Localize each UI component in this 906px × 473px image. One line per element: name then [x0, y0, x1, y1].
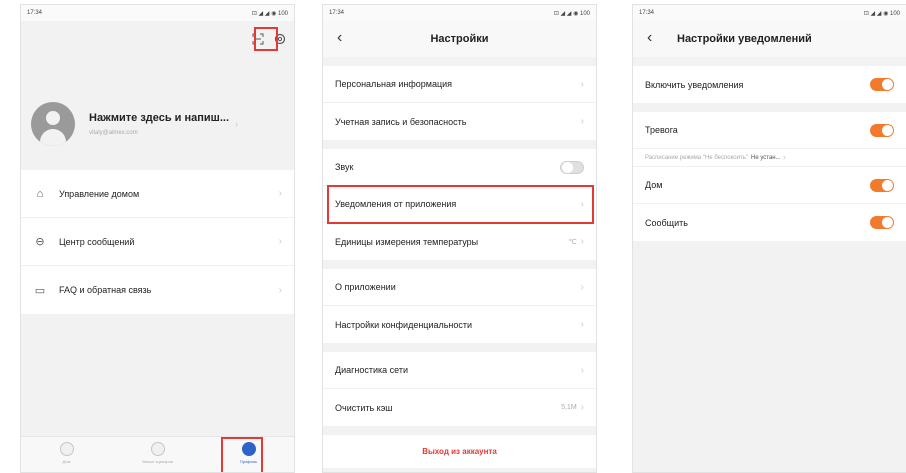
nav-bar: ‹ Настройки	[323, 21, 596, 57]
tab-label: Умные сценарии	[141, 459, 174, 464]
status-bar: 17:34 ⊡ ◢ ◢ ◉ 100	[323, 5, 596, 21]
chevron-right-icon: ›	[580, 116, 584, 127]
sound-toggle[interactable]	[560, 160, 584, 174]
tab-label: Дом	[62, 459, 71, 464]
menu-item-messages[interactable]: ⊖ Центр сообщений ›	[21, 218, 294, 266]
settings-group-account: Персональная информация › Учетная запись…	[323, 66, 596, 140]
temperature-unit-value: ℃	[568, 238, 577, 246]
faq-icon: ▭	[34, 284, 46, 297]
avatar	[31, 102, 75, 146]
cache-size-value: 5,1M	[561, 404, 577, 411]
menu-item-label: Центр сообщений	[59, 236, 135, 247]
home-icon: ⌂	[36, 187, 44, 200]
tab-scenes[interactable]: Умные сценарии	[112, 437, 203, 472]
chevron-right-icon: ›	[580, 364, 584, 376]
settings-item-account-security[interactable]: Учетная запись и безопасность ›	[323, 103, 596, 140]
menu-item-faq[interactable]: ▭ FAQ и обратная связь ›	[21, 266, 294, 314]
page-title: Настройки уведомлений	[677, 33, 812, 45]
status-bar: 17:34 ⊡ ◢ ◢ ◉ 100	[21, 5, 294, 21]
nav-bar: ‹ Настройки уведомлений	[633, 21, 906, 57]
profile-name: Нажмите здесь и напиш...	[89, 112, 230, 124]
notify-item-label: Дом	[645, 180, 663, 190]
alarm-toggle[interactable]	[870, 123, 894, 137]
settings-item-label: Учетная запись и безопасность	[335, 116, 467, 127]
status-icons: ⊡ ◢ ◢ ◉ 100	[863, 10, 900, 17]
settings-item-label: Единицы измерения температуры	[335, 236, 479, 247]
menu-item-home-management[interactable]: ⌂ Управление домом ›	[21, 170, 294, 218]
settings-item-label: Очистить кэш	[335, 402, 393, 413]
chevron-right-icon: ›	[782, 152, 786, 163]
dnd-label: Расписание режима "Не беспокоить"	[645, 154, 748, 161]
menu-item-label: FAQ и обратная связь	[59, 285, 152, 295]
settings-group-maintenance: Диагностика сети › Очистить кэш 5,1M ›	[323, 352, 596, 426]
notifications-highlight	[327, 185, 594, 224]
status-time: 17:34	[329, 10, 345, 16]
page-title: Настройки	[430, 33, 489, 45]
logout-button[interactable]: Выход из аккаунта	[323, 435, 596, 468]
back-icon[interactable]: ‹	[337, 29, 342, 47]
chevron-right-icon: ›	[580, 319, 584, 330]
settings-item-label: О приложении	[335, 282, 396, 292]
status-icons: ⊡ ◢ ◢ ◉ 100	[251, 10, 288, 17]
notify-item-label: Тревога	[645, 125, 678, 135]
notify-item-dnd-schedule[interactable]: Расписание режима "Не беспокоить" Не уст…	[633, 149, 906, 167]
settings-highlight	[254, 27, 278, 51]
settings-item-clear-cache[interactable]: Очистить кэш 5,1M ›	[323, 389, 596, 426]
chevron-right-icon: ›	[278, 236, 282, 247]
settings-item-privacy[interactable]: Настройки конфиденциальности ›	[323, 306, 596, 343]
status-icons: ⊡ ◢ ◢ ◉ 100	[553, 10, 590, 17]
menu-item-label: Управление домом	[59, 188, 140, 199]
settings-screen: 17:34 ⊡ ◢ ◢ ◉ 100 ‹ Настройки Персональн…	[322, 4, 597, 473]
home-toggle[interactable]	[870, 178, 894, 192]
profile-tab-highlight	[221, 437, 263, 472]
profile-menu: ⌂ Управление домом › ⊖ Центр сообщений ›…	[21, 170, 294, 314]
scenes-tab-icon	[150, 442, 165, 456]
message-icon: ⊖	[35, 236, 45, 248]
notify-item-label: Включить уведомления	[645, 79, 744, 90]
notify-item-label: Сообщить	[645, 217, 688, 228]
settings-item-label: Персональная информация	[335, 79, 453, 89]
enable-notifications-toggle[interactable]	[870, 78, 894, 91]
notify-group-types: Тревога Расписание режима "Не беспокоить…	[633, 112, 906, 241]
settings-item-network-diagnostics[interactable]: Диагностика сети ›	[323, 352, 596, 389]
chevron-right-icon: ›	[580, 236, 584, 247]
status-bar: 17:34 ⊡ ◢ ◢ ◉ 100	[633, 5, 906, 21]
logout-group: Выход из аккаунта	[323, 435, 596, 468]
settings-item-temperature-units[interactable]: Единицы измерения температуры ℃ ›	[323, 223, 596, 260]
notify-group-main: Включить уведомления	[633, 66, 906, 103]
settings-item-personal-info[interactable]: Персональная информация ›	[323, 66, 596, 103]
profile-email: vitaly@almex.com	[89, 130, 138, 136]
home-tab-icon	[59, 442, 74, 456]
notify-item-enable: Включить уведомления	[633, 66, 906, 103]
back-icon[interactable]: ‹	[647, 29, 652, 47]
chevron-right-icon: ›	[580, 78, 584, 90]
notify-item-home: Дом	[633, 167, 906, 204]
profile-screen: 17:34 ⊡ ◢ ◢ ◉ 100 Нажмите здесь и напиш.…	[20, 4, 295, 473]
settings-item-label: Диагностика сети	[335, 365, 409, 375]
status-time: 17:34	[639, 10, 655, 16]
notify-item-alarm: Тревога	[633, 112, 906, 149]
settings-item-label: Звук	[335, 162, 354, 172]
chevron-right-icon: ›	[580, 402, 584, 413]
profile-header[interactable]: Нажмите здесь и напиш... vitaly@almex.co…	[21, 89, 294, 159]
settings-group-about: О приложении › Настройки конфиденциально…	[323, 269, 596, 343]
chevron-right-icon: ›	[278, 284, 282, 296]
message-toggle[interactable]	[870, 216, 894, 229]
chevron-right-icon: ›	[235, 118, 239, 130]
chevron-right-icon: ›	[278, 188, 282, 199]
settings-item-label: Настройки конфиденциальности	[335, 319, 473, 330]
notify-item-message: Сообщить	[633, 204, 906, 241]
status-time: 17:34	[27, 10, 43, 16]
dnd-value: Не устан...	[751, 154, 781, 161]
tab-home[interactable]: Дом	[21, 437, 112, 472]
settings-item-about-app[interactable]: О приложении ›	[323, 269, 596, 306]
chevron-right-icon: ›	[580, 281, 584, 293]
notification-settings-screen: 17:34 ⊡ ◢ ◢ ◉ 100 ‹ Настройки уведомлени…	[632, 4, 906, 473]
settings-item-sound: Звук	[323, 149, 596, 186]
